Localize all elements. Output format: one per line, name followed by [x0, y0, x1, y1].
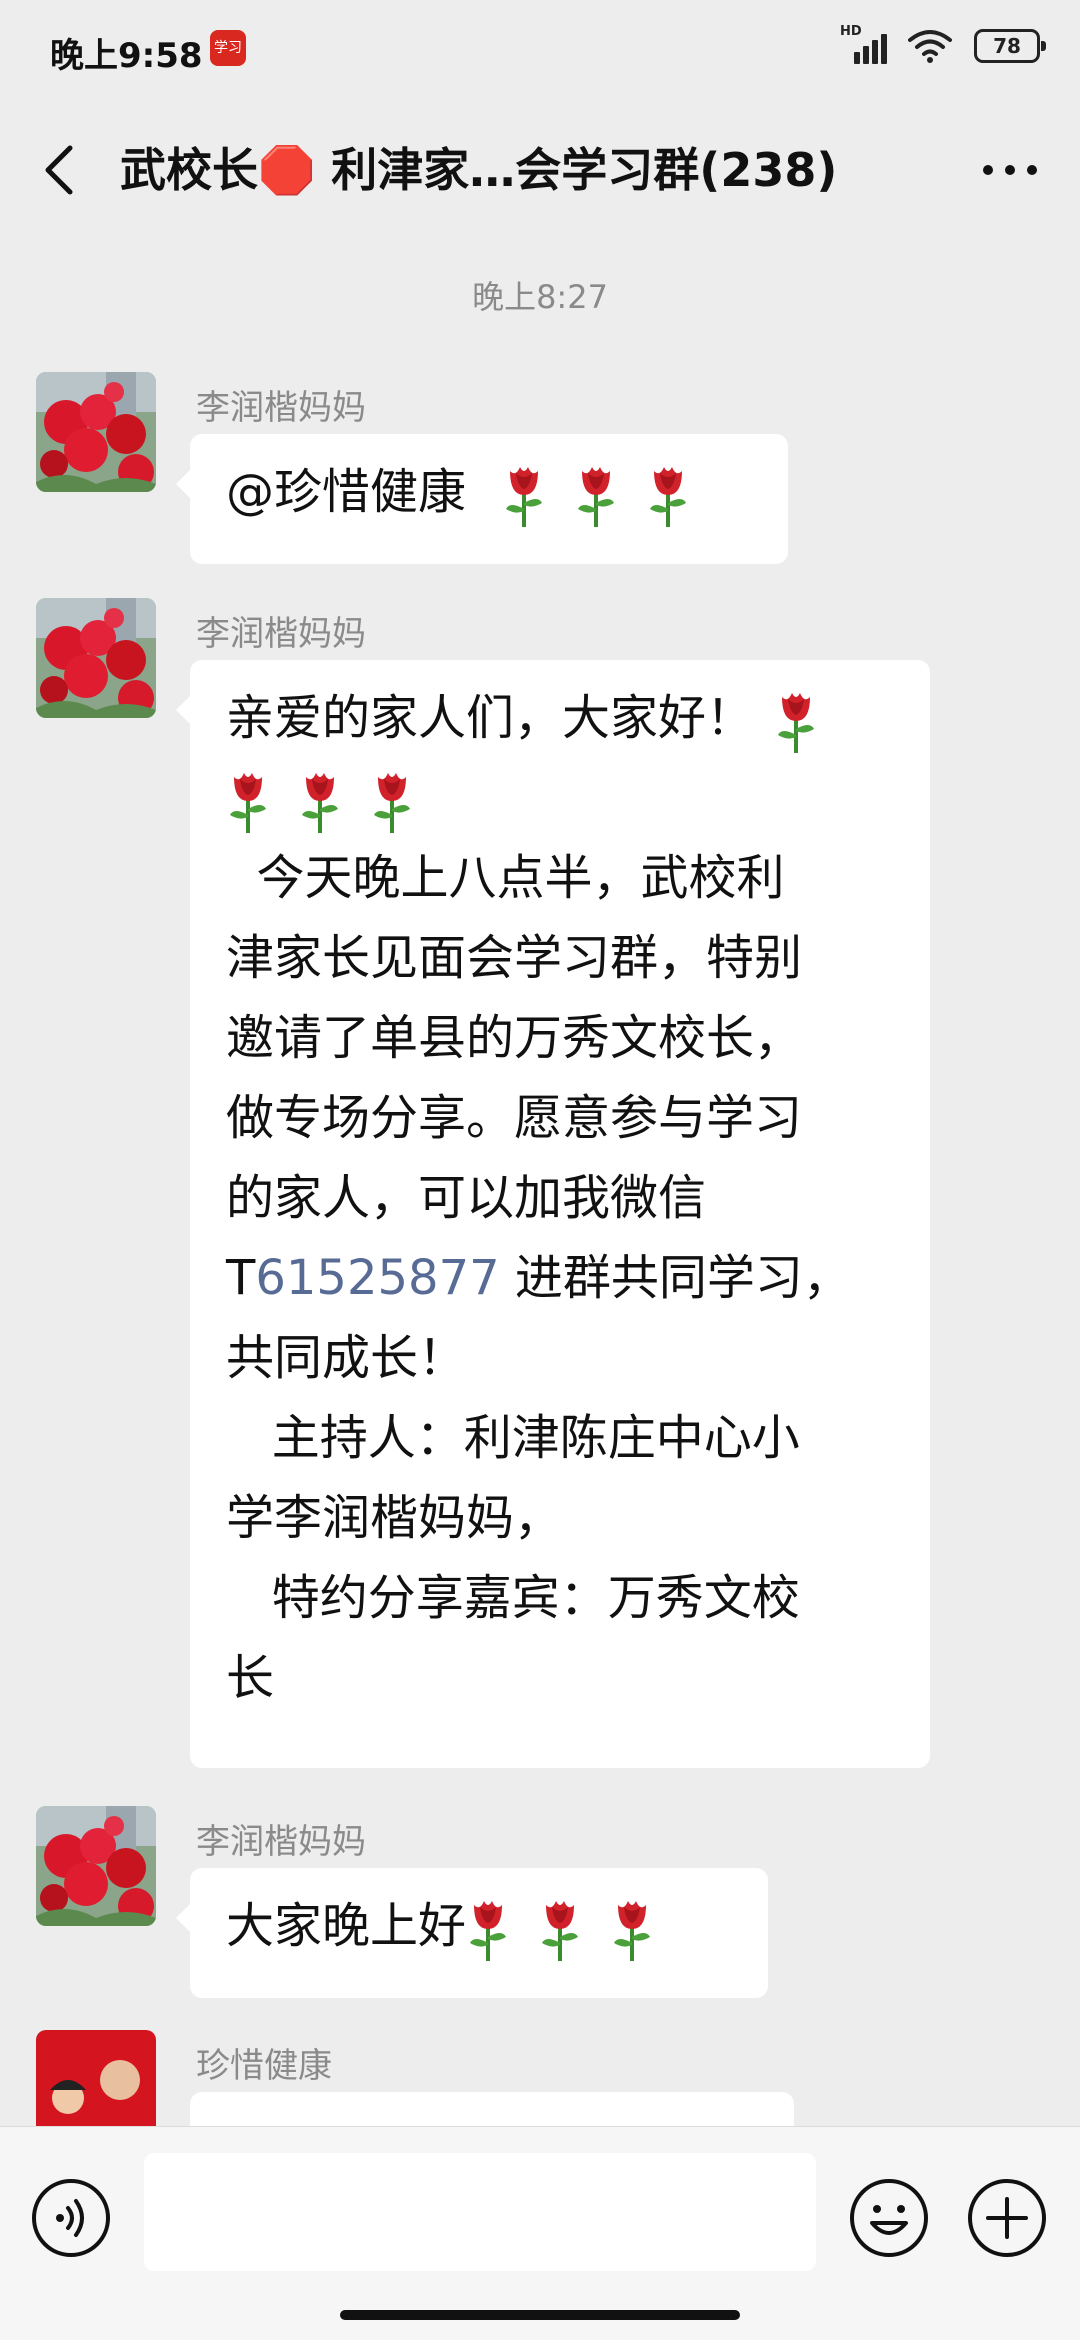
avatar[interactable]	[36, 2030, 156, 2126]
message-line: 主持人：利津陈庄中心小	[226, 1410, 800, 1466]
home-indicator[interactable]	[340, 2310, 740, 2320]
avatar[interactable]	[36, 598, 156, 718]
chat-screen: 晚上9:58 学习 HD 78 武校长🛑 利津家…会学习群(238) 晚上8:2…	[0, 0, 1080, 2340]
input-bar	[0, 2126, 1080, 2340]
message-text: @珍惜健康	[226, 464, 467, 520]
status-time: 晚上9:58	[50, 36, 203, 76]
sender-name: 李润楷妈妈	[196, 1822, 366, 1862]
back-button[interactable]	[30, 138, 94, 202]
message-line: 亲爱的家人们，大家好！	[226, 678, 894, 758]
app-notification-icon: 学习	[210, 30, 246, 66]
message-bubble[interactable]: @珍惜健康	[176, 434, 788, 564]
phone-link[interactable]: 61525877	[255, 1250, 499, 1306]
status-icons: HD 78	[840, 24, 1046, 64]
message-line: 的家人，可以加我微信	[226, 1170, 707, 1226]
status-bar: 晚上9:58 学习 HD 78	[0, 0, 1080, 100]
voice-button[interactable]	[30, 2177, 112, 2259]
signal-icon: HD	[840, 24, 887, 64]
network-type: HD	[840, 24, 862, 39]
message-bubble[interactable]: 亲爱的家人们，大家好！ 今天晚上八点半，武校利 津家长见面会学习群，特别 邀请了…	[176, 660, 930, 1768]
chat-title: 武校长🛑 利津家…会学习群(238)	[120, 143, 838, 197]
rose-icon	[646, 461, 690, 529]
wifi-icon	[908, 30, 952, 63]
message-line: 共同成长！	[226, 1330, 467, 1386]
message-line: 长	[226, 1650, 275, 1706]
message-bubble[interactable]: 大家晚上好	[176, 1868, 768, 1998]
message-line	[226, 758, 894, 838]
chat-timestamp: 晚上8:27	[472, 278, 608, 316]
avatar[interactable]	[36, 1806, 156, 1926]
sender-name: 李润楷妈妈	[196, 388, 366, 428]
message-line: 做专场分享。愿意参与学习	[226, 1090, 803, 1146]
rose-icon	[298, 767, 342, 835]
avatar[interactable]	[36, 372, 156, 492]
battery-level: 78	[993, 34, 1021, 58]
rose-icon	[466, 1895, 510, 1963]
battery-icon: 78	[974, 29, 1046, 63]
rose-icon	[370, 767, 414, 835]
plus-button[interactable]	[966, 2177, 1048, 2259]
rose-icon	[538, 1895, 582, 1963]
sender-name: 李润楷妈妈	[196, 614, 366, 654]
message-input[interactable]	[144, 2153, 816, 2271]
message-text: 大家晚上好	[226, 1898, 467, 1954]
message-line: 今天晚上八点半，武校利	[226, 850, 785, 906]
sender-name: 珍惜健康	[196, 2046, 332, 2086]
message-line: 邀请了单县的万秀文校长，	[226, 1010, 803, 1066]
emoji-button[interactable]	[848, 2177, 930, 2259]
message-line: 津家长见面会学习群，特别	[226, 930, 803, 986]
rose-icon	[774, 687, 818, 755]
message-line: 特约分享嘉宾：万秀文校	[226, 1570, 800, 1626]
message-bubble[interactable]	[190, 2092, 794, 2126]
rose-icon	[502, 461, 546, 529]
message-line: T61525877 进群共同学习，	[226, 1250, 851, 1306]
message-line: 学李润楷妈妈，	[226, 1490, 563, 1546]
rose-icon	[574, 461, 618, 529]
rose-icon	[226, 767, 270, 835]
chat-header: 武校长🛑 利津家…会学习群(238)	[0, 110, 1080, 230]
chat-message: 珍惜健康	[0, 2030, 1080, 2126]
more-button[interactable]	[970, 138, 1050, 202]
rose-icon	[610, 1895, 654, 1963]
